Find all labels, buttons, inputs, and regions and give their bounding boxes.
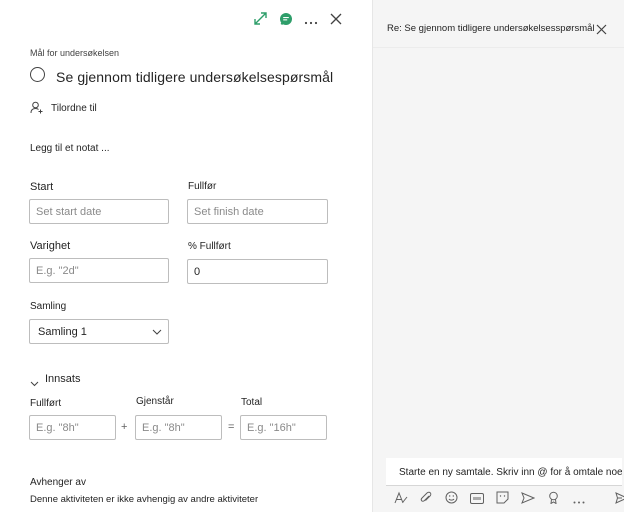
start-label: Start: [30, 181, 54, 193]
effort-remaining-input[interactable]: E.g. "8h": [135, 415, 222, 440]
expand-button[interactable]: [248, 12, 273, 30]
more-icon: [573, 491, 585, 509]
meet-button[interactable]: [516, 491, 542, 509]
attach-button[interactable]: [414, 491, 440, 509]
task-title[interactable]: Se gjennom tidligere undersøkelsespørsmå…: [56, 69, 333, 85]
new-conversation-input[interactable]: Starte en ny samtale. Skriv inn @ for å …: [386, 458, 622, 486]
chat-icon: [279, 12, 293, 31]
gif-icon: [470, 491, 485, 509]
sticker-button[interactable]: [490, 491, 516, 509]
plus-sign: +: [121, 421, 128, 433]
add-note-field[interactable]: Legg til et notat ...: [30, 143, 110, 154]
task-details-panel: Mål for undersøkelsen Se gjennom tidlige…: [0, 0, 372, 512]
conversation-panel: Re: Se gjennom tidligere undersøkelsessp…: [373, 0, 624, 512]
close-conversation-icon[interactable]: [596, 22, 607, 40]
format-icon: [394, 491, 408, 509]
effort-completed-input[interactable]: E.g. "8h": [29, 415, 116, 440]
conversation-header-divider: [373, 47, 624, 48]
bucket-caption: Mål for undersøkelsen: [30, 48, 120, 58]
more-compose-options-button[interactable]: [567, 491, 593, 509]
assign-button[interactable]: Tilordne til: [51, 103, 97, 114]
close-button[interactable]: [323, 12, 348, 30]
effort-chevron-icon[interactable]: [30, 374, 39, 392]
effort-remaining-label: Gjenstår: [136, 396, 174, 407]
attach-icon: [420, 491, 432, 509]
bucket-select-value: Samling 1: [38, 325, 87, 338]
more-options-button[interactable]: [298, 12, 323, 30]
format-button[interactable]: [388, 491, 414, 509]
duration-input[interactable]: E.g. "2d": [29, 258, 169, 283]
finish-label: Fullfør: [188, 181, 217, 192]
equals-sign: =: [228, 421, 235, 433]
bucket-select[interactable]: Samling 1: [29, 319, 169, 344]
person-icon: [30, 101, 43, 119]
praise-icon: [548, 491, 559, 509]
complete-task-checkbox[interactable]: [30, 67, 45, 82]
effort-total-input[interactable]: E.g. "16h": [240, 415, 327, 440]
effort-section-toggle[interactable]: Innsats: [45, 373, 80, 385]
percent-complete-label: % Fullført: [188, 241, 231, 252]
gif-button[interactable]: [465, 491, 491, 509]
chevron-down-icon: [152, 326, 162, 338]
dependencies-text: Denne aktiviteten er ikke avhengig av an…: [30, 494, 259, 505]
send-button[interactable]: [592, 491, 624, 509]
emoji-icon: [445, 491, 458, 509]
effort-total-label: Total: [241, 397, 263, 408]
task-toolbar: [248, 12, 348, 30]
expand-icon: [254, 12, 267, 30]
compose-toolbar: [388, 491, 624, 509]
dependencies-label: Avhenger av: [30, 477, 86, 488]
effort-completed-label: Fullført: [30, 398, 62, 409]
duration-label: Varighet: [30, 240, 71, 252]
praise-button[interactable]: [541, 491, 567, 509]
send-forward-icon: [521, 491, 536, 509]
start-date-input[interactable]: Set start date: [29, 199, 169, 224]
bucket-label: Samling: [30, 301, 67, 312]
sticker-icon: [496, 491, 509, 509]
more-icon: [304, 12, 318, 30]
finish-date-input[interactable]: Set finish date: [187, 199, 328, 224]
emoji-button[interactable]: [439, 491, 465, 509]
conversation-title: Re: Se gjennom tidligere undersøkelsessp…: [387, 23, 595, 34]
chat-button[interactable]: [273, 12, 298, 30]
send-icon: [615, 491, 624, 509]
close-icon: [330, 12, 342, 30]
percent-complete-input[interactable]: 0: [187, 259, 328, 284]
